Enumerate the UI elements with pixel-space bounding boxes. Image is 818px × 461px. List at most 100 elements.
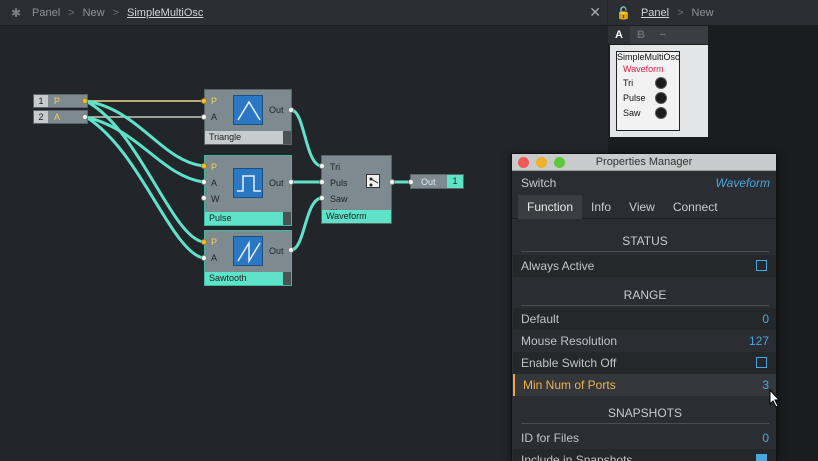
saw-label: Saw	[623, 108, 641, 118]
unlock-icon[interactable]: 🔓	[616, 6, 631, 20]
sawtooth-module[interactable]: P A Out Sawtooth	[204, 230, 292, 286]
port-label: P	[211, 96, 218, 106]
properties-body: STATUS Always Active RANGE Default 0 Mou…	[512, 220, 776, 461]
view-a-button[interactable]: A	[608, 26, 630, 44]
port-label: Puls	[330, 178, 348, 188]
module-title: Triangle	[205, 131, 291, 144]
port-label: W	[211, 194, 220, 204]
port-label: A	[211, 178, 218, 188]
port-dot[interactable]	[82, 114, 88, 120]
breadcrumb-panel[interactable]: Panel	[641, 7, 669, 19]
input-a-module[interactable]: 2 A	[33, 110, 88, 124]
view-minus-button[interactable]: −	[652, 26, 674, 44]
window-titlebar[interactable]: Properties Manager	[512, 154, 776, 171]
pulse-module[interactable]: P A W Out Pulse	[204, 155, 292, 226]
input-label: P	[54, 96, 61, 106]
spinner-icon[interactable]	[283, 272, 291, 285]
pulse-button[interactable]	[655, 92, 667, 104]
wire-a-saw	[84, 115, 205, 260]
row-mouse-resolution[interactable]: Mouse Resolution 127	[513, 330, 776, 352]
enable-switch-off-checkbox[interactable]	[756, 357, 767, 368]
tri-button[interactable]	[655, 77, 667, 89]
row-min-num-ports[interactable]: Min Num of Ports 3	[513, 374, 776, 396]
port-dot[interactable]	[288, 179, 294, 185]
wire-p-pulse	[84, 99, 205, 168]
row-label: Mouse Resolution	[521, 334, 618, 348]
spinner-icon[interactable]	[283, 212, 291, 225]
port-dot[interactable]	[201, 179, 207, 185]
mouse-resolution-value[interactable]: 127	[749, 334, 769, 348]
sawtooth-wave-icon	[233, 236, 263, 266]
waveform-switch-module[interactable]: Tri Puls Saw ... Waveform	[321, 155, 392, 224]
module-header: Switch Waveform	[512, 171, 776, 195]
always-active-checkbox[interactable]	[756, 260, 767, 271]
port-label: P	[211, 162, 218, 172]
port-dot[interactable]	[82, 98, 88, 104]
input-label: A	[54, 112, 61, 122]
row-include-in-snapshots[interactable]: Include in Snapshots	[513, 449, 776, 461]
port-dot[interactable]	[201, 255, 207, 261]
module-title: Sawtooth	[205, 272, 291, 285]
wire-a-pulse	[84, 115, 205, 184]
row-label: Enable Switch Off	[521, 356, 617, 370]
row-always-active[interactable]: Always Active	[513, 255, 776, 277]
tab-connect[interactable]: Connect	[664, 195, 727, 219]
output-number: 1	[447, 175, 463, 188]
port-dot[interactable]	[201, 114, 207, 120]
port-label: A	[211, 112, 218, 122]
port-dot[interactable]	[201, 98, 207, 104]
ensemble-panel[interactable]: SimpleMultiOsc Waveform Tri Pulse Saw	[616, 51, 680, 131]
port-dot[interactable]	[201, 163, 207, 169]
section-range: RANGE	[521, 284, 769, 306]
panel-toolbar: 🔓 Panel > New	[608, 0, 818, 26]
row-label: Include in Snapshots	[521, 453, 633, 461]
port-dot[interactable]	[319, 163, 325, 169]
port-label: Out	[269, 178, 284, 188]
port-dot[interactable]	[389, 179, 395, 185]
default-value[interactable]: 0	[762, 312, 769, 326]
section-snapshots: SNAPSHOTS	[521, 402, 769, 424]
view-b-button[interactable]: B	[630, 26, 652, 44]
properties-tabs: Function Info View Connect	[512, 195, 776, 219]
row-label: Min Num of Ports	[523, 378, 616, 392]
input-p-module[interactable]: 1 P	[33, 94, 88, 108]
port-dot[interactable]	[288, 107, 294, 113]
tab-info[interactable]: Info	[582, 195, 620, 219]
pulse-wave-icon	[233, 168, 263, 198]
id-for-files-value[interactable]: 0	[762, 431, 769, 445]
input-number: 1	[34, 95, 48, 107]
include-in-snapshots-checkbox[interactable]	[756, 454, 767, 461]
port-label: Tri	[330, 162, 341, 172]
port-dot[interactable]	[319, 195, 325, 201]
wire-saw-out	[289, 196, 324, 252]
tab-view[interactable]: View	[620, 195, 664, 219]
section-status: STATUS	[521, 230, 769, 252]
row-id-for-files[interactable]: ID for Files 0	[513, 427, 776, 449]
output-label: Out	[421, 177, 436, 187]
tri-label: Tri	[623, 78, 634, 88]
port-dot[interactable]	[201, 239, 207, 245]
tab-function[interactable]: Function	[518, 195, 583, 219]
triangle-wave-icon	[233, 95, 263, 125]
waveform-label: Waveform	[623, 64, 664, 74]
triangle-module[interactable]: P A Out Triangle	[204, 89, 292, 145]
window-title: Properties Manager	[595, 156, 693, 168]
mouse-cursor-icon	[769, 389, 781, 408]
port-dot[interactable]	[288, 247, 294, 253]
breadcrumb-new[interactable]: New	[692, 7, 714, 19]
port-label: P	[211, 237, 218, 247]
port-dot[interactable]	[319, 179, 325, 185]
module-title: Waveform	[322, 210, 391, 223]
row-label: ID for Files	[521, 431, 580, 445]
min-num-ports-value[interactable]: 3	[762, 378, 769, 392]
spinner-icon[interactable]	[283, 131, 291, 144]
module-type: Switch	[521, 176, 557, 190]
port-dot[interactable]	[201, 195, 207, 201]
port-dot[interactable]	[408, 179, 414, 185]
saw-button[interactable]	[655, 107, 667, 119]
panel-view-tabs: A B −	[608, 26, 708, 44]
output-module[interactable]: Out 1	[410, 174, 464, 189]
row-enable-switch-off[interactable]: Enable Switch Off	[513, 352, 776, 374]
row-label: Always Active	[521, 259, 595, 273]
row-default[interactable]: Default 0	[513, 308, 776, 330]
